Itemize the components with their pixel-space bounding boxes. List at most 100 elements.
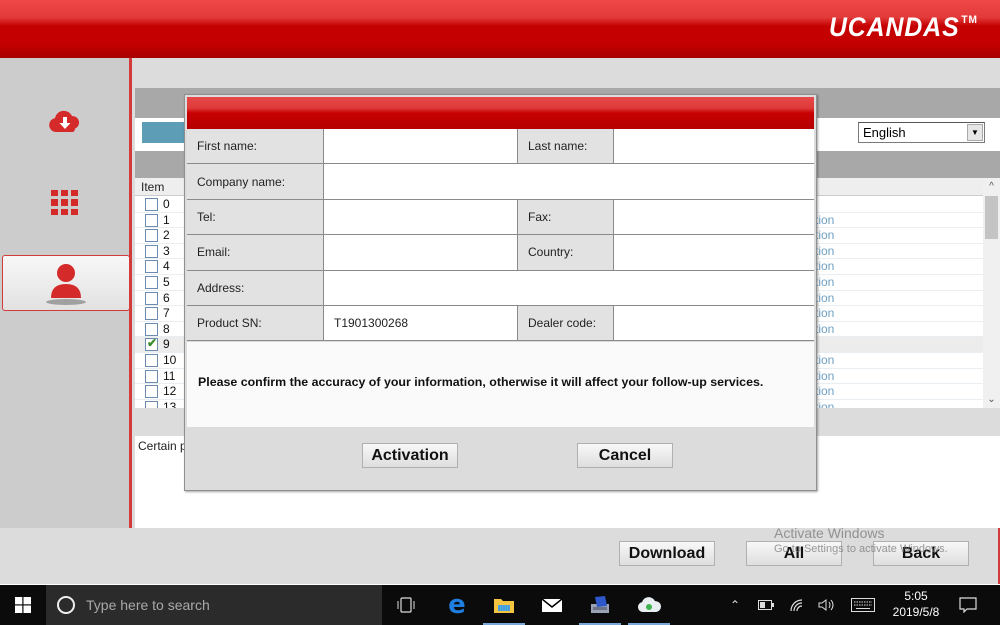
scroll-thumb[interactable] xyxy=(985,196,998,239)
product-sn-field[interactable]: T1901300268 xyxy=(323,305,517,341)
tel-label: Tel: xyxy=(187,199,323,235)
item-number: 10 xyxy=(163,352,177,367)
volume-icon[interactable] xyxy=(816,585,838,625)
list-scrollbar[interactable]: ^ ⌄ xyxy=(983,178,1000,408)
product-sn-label: Product SN: xyxy=(187,305,323,341)
clock-time: 5:05 xyxy=(904,589,928,603)
tel-field[interactable] xyxy=(323,199,517,235)
taskbar-clock[interactable]: 5:05 2019/5/8 xyxy=(884,588,948,620)
item-number: 7 xyxy=(163,306,170,321)
note-text: Certain p xyxy=(138,439,187,453)
activation-button[interactable]: Activation xyxy=(362,443,458,468)
task-view-icon[interactable] xyxy=(383,585,429,625)
item-status: tion xyxy=(815,243,835,258)
action-center-icon[interactable] xyxy=(956,585,980,625)
dealer-code-field[interactable] xyxy=(613,305,814,341)
dealer-code-label: Dealer code: xyxy=(517,305,613,341)
download-button[interactable]: Download xyxy=(619,541,715,566)
item-checkbox[interactable] xyxy=(145,353,158,367)
mail-icon[interactable] xyxy=(529,585,575,625)
dropdown-arrow-icon[interactable]: ▼ xyxy=(967,124,983,141)
item-status: tion xyxy=(815,290,835,305)
activation-dialog: First name: Last name: Company name: Tel… xyxy=(184,94,817,491)
language-select[interactable]: English ▼ xyxy=(858,122,985,143)
ucandas-cloud-icon[interactable] xyxy=(626,585,672,625)
diagnostic-app-icon[interactable] xyxy=(577,585,623,625)
confirmation-message: Please confirm the accuracy of your info… xyxy=(198,375,764,389)
last-name-label: Last name: xyxy=(517,129,613,164)
item-checkbox[interactable] xyxy=(145,385,158,399)
wifi-icon[interactable] xyxy=(786,585,808,625)
item-checkbox[interactable]: ✔ xyxy=(145,336,158,352)
fax-field[interactable] xyxy=(613,199,814,235)
sidebar-item-apps[interactable] xyxy=(0,175,129,231)
last-name-field[interactable] xyxy=(613,129,814,164)
item-checkbox[interactable] xyxy=(145,307,158,321)
form-row: Product SN: T1901300268 Dealer code: xyxy=(187,305,814,342)
item-checkbox[interactable] xyxy=(145,260,158,274)
item-checkbox[interactable] xyxy=(145,400,158,408)
country-field[interactable] xyxy=(613,235,814,270)
show-hidden-icons[interactable]: ⌃ xyxy=(724,585,746,625)
start-button[interactable] xyxy=(0,585,46,625)
cortana-icon xyxy=(57,596,75,614)
item-checkbox[interactable] xyxy=(145,213,158,227)
back-button[interactable]: Back xyxy=(873,541,969,566)
touch-keyboard-icon[interactable] xyxy=(850,585,876,625)
item-status: tion xyxy=(815,399,835,408)
cancel-button[interactable]: Cancel xyxy=(577,443,673,468)
all-button[interactable]: All xyxy=(746,541,842,566)
email-label: Email: xyxy=(187,235,323,270)
item-checkbox[interactable] xyxy=(145,291,158,305)
address-label: Address: xyxy=(187,270,323,305)
form-row: Email: Country: xyxy=(187,235,814,271)
scroll-down-icon[interactable]: ⌄ xyxy=(983,391,1000,408)
trademark: TM xyxy=(961,14,978,26)
item-status: tion xyxy=(815,368,835,383)
item-checkbox[interactable] xyxy=(145,322,158,336)
clock-date: 2019/5/8 xyxy=(892,605,940,619)
item-checkbox[interactable] xyxy=(145,244,158,258)
item-status: tion xyxy=(815,259,835,274)
company-name-field[interactable] xyxy=(323,164,814,199)
item-number: 13 xyxy=(163,399,177,408)
battery-icon[interactable] xyxy=(755,585,777,625)
edge-browser-icon[interactable]: e xyxy=(434,585,480,625)
item-status: tion xyxy=(815,274,835,289)
item-number: 6 xyxy=(163,290,170,305)
user-icon xyxy=(46,264,86,305)
scroll-up-icon[interactable]: ^ xyxy=(983,178,1000,195)
item-number: 2 xyxy=(163,228,170,243)
taskbar-search[interactable]: Type here to search xyxy=(46,585,382,625)
item-number: 5 xyxy=(163,274,170,289)
item-number: 1 xyxy=(163,212,170,227)
file-explorer-icon[interactable] xyxy=(481,585,527,625)
item-checkbox[interactable] xyxy=(145,369,158,383)
column-header-item: Item xyxy=(141,180,165,194)
item-checkbox[interactable] xyxy=(145,198,158,211)
windows-taskbar: Type here to search e ⌃ 5:05 2019/5/8 xyxy=(0,585,1000,625)
item-status: tion xyxy=(815,228,835,243)
item-checkbox[interactable] xyxy=(145,275,158,289)
language-value: English xyxy=(863,125,906,140)
item-number: 8 xyxy=(163,321,170,336)
cloud-download-icon xyxy=(48,110,79,132)
address-field[interactable] xyxy=(323,270,814,305)
company-name-label: Company name: xyxy=(187,164,323,199)
sidebar xyxy=(0,58,132,528)
registration-form: First name: Last name: Company name: Tel… xyxy=(187,129,814,342)
first-name-field[interactable] xyxy=(323,129,517,164)
search-placeholder: Type here to search xyxy=(86,597,210,613)
item-number: 12 xyxy=(163,384,177,399)
sidebar-item-user[interactable] xyxy=(2,255,130,311)
sidebar-item-download[interactable] xyxy=(0,94,129,150)
item-status: tion xyxy=(815,306,835,321)
item-status: tion xyxy=(815,212,835,227)
item-number: 9 xyxy=(163,337,170,352)
item-status: tion xyxy=(815,352,835,367)
form-row: Tel: Fax: xyxy=(187,199,814,236)
app-window: UCANDAS TM English ▼ Item 0 1 tion 2 tio… xyxy=(0,0,1000,625)
email-field[interactable] xyxy=(323,235,517,270)
dialog-title-bar xyxy=(187,97,814,129)
item-checkbox[interactable] xyxy=(145,229,158,243)
